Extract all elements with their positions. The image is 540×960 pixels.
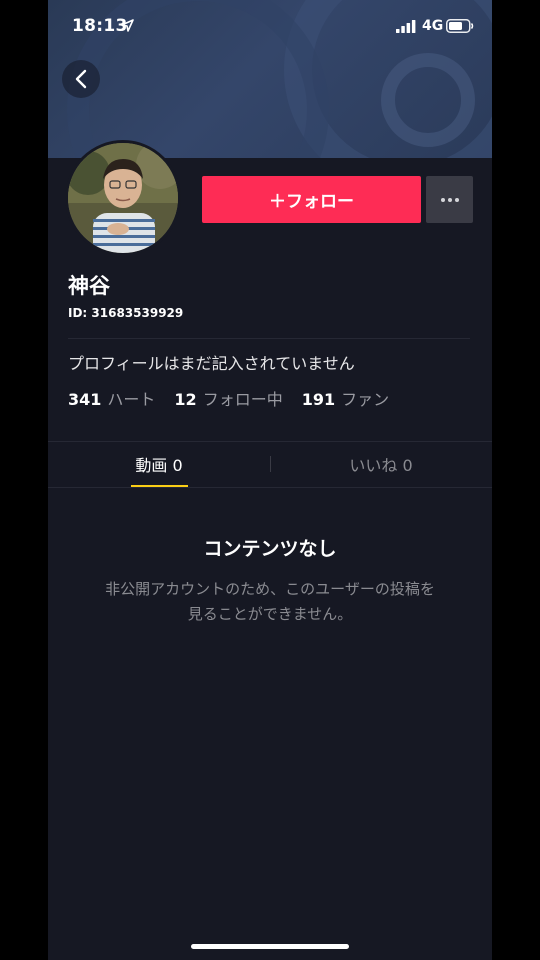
location-arrow-icon — [121, 19, 134, 32]
stat-followers-label: ファン — [341, 390, 390, 409]
chevron-left-icon — [75, 69, 87, 89]
avatar[interactable] — [65, 140, 181, 256]
more-options-button[interactable] — [426, 176, 473, 223]
cellular-signal-icon — [396, 20, 416, 33]
home-indicator[interactable] — [191, 944, 349, 949]
stat-likes-label: ハート — [107, 390, 156, 409]
stat-likes-value: 341 — [68, 390, 102, 409]
display-name: 神谷 — [68, 274, 110, 298]
empty-state-title: コンテンツなし — [203, 538, 337, 560]
follow-button[interactable]: ＋フォロー — [202, 176, 421, 223]
profile-screen: 18:13 4G ＋フォロー 神谷 ID: 31683539929 プロフィール… — [48, 0, 492, 960]
user-id: ID: 31683539929 — [68, 306, 184, 320]
empty-state-line-2: 見ることができません。 — [187, 605, 353, 623]
status-bar: 18:13 4G — [48, 0, 492, 54]
back-button[interactable] — [62, 60, 100, 98]
battery-icon — [446, 19, 474, 33]
more-dots-icon — [440, 197, 459, 202]
status-time: 18:13 — [72, 16, 128, 36]
tab-videos[interactable]: 動画 0 — [48, 442, 270, 486]
stat-likes[interactable]: 341 ハート — [68, 386, 155, 410]
network-type: 4G — [422, 18, 444, 34]
bio-text: プロフィールはまだ記入されていません — [68, 354, 355, 373]
stat-followers-value: 191 — [301, 390, 336, 409]
tabs-divider-bottom — [48, 487, 492, 488]
empty-state-line-1: 非公開アカウントのため、このユーザーの投稿を — [105, 580, 435, 598]
tab-likes[interactable]: いいね 0 — [270, 442, 492, 486]
divider — [68, 338, 470, 339]
empty-state-description: 非公開アカウントのため、このユーザーの投稿を 見ることができません。 — [80, 577, 460, 627]
stat-following-label: フォロー中 — [202, 390, 283, 409]
stat-following-value: 12 — [174, 390, 197, 409]
stat-followers[interactable]: 191 ファン — [302, 386, 389, 410]
stat-following[interactable]: 12 フォロー中 — [174, 386, 282, 410]
profile-stats: 341 ハート 12 フォロー中 191 ファン — [68, 386, 408, 410]
